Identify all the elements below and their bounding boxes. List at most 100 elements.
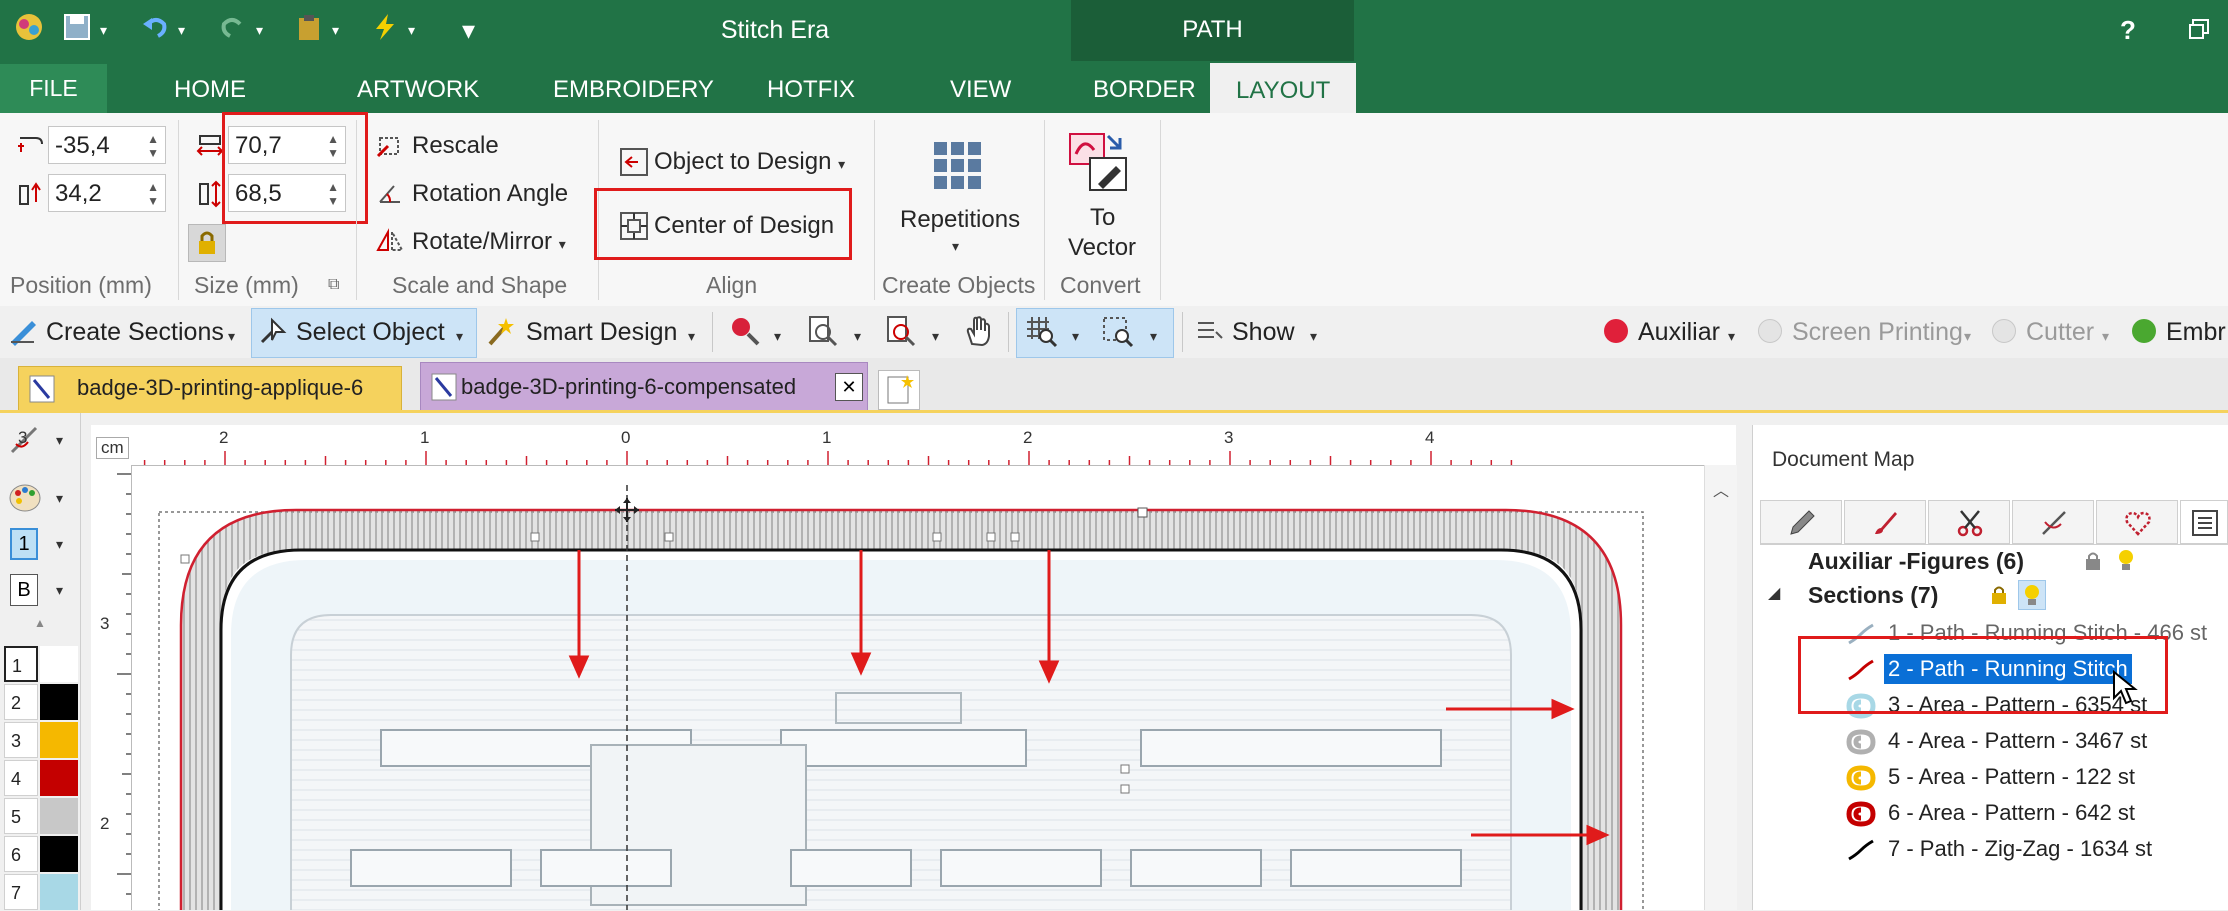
to-vector-button-line2[interactable]: Vector bbox=[1068, 234, 1136, 262]
repetitions-button[interactable]: Repetitions bbox=[900, 206, 1020, 234]
select-object-button[interactable]: Select Object bbox=[296, 314, 445, 350]
size-dialog-launcher-icon[interactable]: ⧉ bbox=[328, 276, 339, 294]
tab-file[interactable]: FILE bbox=[0, 64, 107, 113]
ruler-top-label: 2 bbox=[1023, 428, 1033, 447]
tab-view[interactable]: VIEW bbox=[950, 72, 1011, 108]
position-x-input[interactable]: -35,4 ▲ ▼ bbox=[48, 126, 166, 164]
create-sections-dropdown-icon[interactable]: ▾ bbox=[228, 318, 235, 354]
smart-design-icon bbox=[486, 316, 518, 351]
section-item[interactable]: 4 - Area - Pattern - 3467 st bbox=[1888, 726, 2147, 756]
show-button[interactable]: Show bbox=[1232, 314, 1295, 350]
smart-design-button[interactable]: Smart Design bbox=[526, 314, 677, 350]
cutter-button[interactable]: Cutter bbox=[2026, 314, 2094, 350]
color-swatch-number[interactable]: 7 bbox=[4, 874, 38, 910]
section-item[interactable]: 7 - Path - Zig-Zag - 1634 st bbox=[1888, 834, 2152, 864]
zoom-page-icon[interactable] bbox=[806, 314, 840, 353]
zoom-in-icon[interactable] bbox=[728, 314, 762, 353]
docmap-sections[interactable]: Sections (7) bbox=[1808, 580, 1938, 610]
grid-zoom-icon[interactable] bbox=[1024, 314, 1058, 353]
color-swatch[interactable] bbox=[40, 836, 78, 872]
embroidery-button[interactable]: Embr bbox=[2166, 314, 2226, 350]
docmap-auxiliar-figures[interactable]: Auxiliar -Figures (6) bbox=[1808, 546, 2024, 576]
color-swatch-number[interactable]: 6 bbox=[4, 836, 38, 872]
color-swatch-number[interactable]: 2 bbox=[4, 684, 38, 720]
group-label-convert: Convert bbox=[1060, 272, 1141, 298]
close-tab-icon[interactable]: ✕ bbox=[835, 373, 863, 401]
sections-collapse-icon[interactable]: ◢ bbox=[1768, 583, 1780, 603]
docmap-tab-brush[interactable] bbox=[1844, 500, 1926, 544]
palette-icon[interactable] bbox=[8, 482, 42, 519]
zoom-in-dropdown-icon[interactable]: ▾ bbox=[774, 318, 781, 354]
pan-hand-icon[interactable] bbox=[962, 314, 996, 353]
snap-grid-dropdown-icon[interactable]: ▾ bbox=[1150, 318, 1157, 354]
cutter-dropdown-icon[interactable]: ▾ bbox=[2102, 318, 2109, 354]
palette-dropdown-icon[interactable]: ▾ bbox=[56, 490, 63, 507]
snap-grid-icon[interactable] bbox=[1100, 314, 1134, 353]
scroll-up-icon[interactable]: ▲ bbox=[34, 616, 46, 630]
position-y-icon bbox=[16, 180, 46, 213]
sections-visibility-icon[interactable] bbox=[2018, 580, 2046, 610]
show-dropdown-icon[interactable]: ▾ bbox=[1310, 318, 1317, 354]
auxiliar-visibility-icon[interactable] bbox=[2116, 548, 2136, 579]
help-icon[interactable]: ? bbox=[2120, 10, 2136, 50]
color-swatch-number[interactable]: 3 bbox=[4, 722, 38, 758]
zoom-selection-dropdown-icon[interactable]: ▾ bbox=[932, 318, 939, 354]
auxiliar-dropdown-icon[interactable]: ▾ bbox=[1728, 318, 1735, 354]
auxiliar-lock-icon[interactable] bbox=[2084, 550, 2102, 577]
docmap-tab-pencil[interactable] bbox=[1760, 500, 1842, 544]
color-swatch-number[interactable]: 4 bbox=[4, 760, 38, 796]
color-swatch[interactable] bbox=[40, 798, 78, 834]
rotation-angle-button[interactable]: Rotation Angle bbox=[412, 180, 568, 208]
ruler-ticks bbox=[143, 451, 1513, 465]
needle-tool-dropdown-icon[interactable]: ▾ bbox=[56, 432, 63, 449]
screen-printing-dropdown-icon[interactable]: ▾ bbox=[1964, 318, 1971, 354]
vertical-scrollbar[interactable]: ︿ bbox=[1704, 465, 1737, 910]
create-sections-button[interactable]: Create Sections bbox=[46, 314, 224, 350]
docmap-tab-heart[interactable] bbox=[2096, 500, 2178, 544]
mode-selector[interactable]: B bbox=[10, 574, 38, 606]
new-tab-icon[interactable] bbox=[878, 370, 920, 410]
to-vector-button-line1[interactable]: To bbox=[1090, 204, 1115, 232]
zoom-page-dropdown-icon[interactable]: ▾ bbox=[854, 318, 861, 354]
color-swatch[interactable] bbox=[40, 874, 78, 910]
section-item[interactable]: 6 - Area - Pattern - 642 st bbox=[1888, 798, 2135, 828]
tab-border[interactable]: BORDER bbox=[1093, 72, 1196, 108]
window-restore-icon[interactable] bbox=[2188, 18, 2210, 40]
design-canvas[interactable] bbox=[91, 425, 1736, 910]
screen-printing-status-icon bbox=[1758, 319, 1782, 343]
color-swatch-number[interactable]: 5 bbox=[4, 798, 38, 834]
tab-hotfix[interactable]: HOTFIX bbox=[767, 72, 855, 108]
color-swatch[interactable] bbox=[40, 722, 78, 758]
select-object-dropdown-icon[interactable]: ▾ bbox=[456, 318, 463, 354]
color-swatch[interactable] bbox=[40, 646, 78, 682]
rotate-mirror-button[interactable]: Rotate/Mirror ▾ bbox=[412, 228, 566, 256]
zoom-selection-icon[interactable] bbox=[884, 314, 918, 353]
tab-layout[interactable]: LAYOUT bbox=[1210, 63, 1357, 113]
screen-printing-button[interactable]: Screen Printing bbox=[1792, 314, 1963, 350]
scroll-up-icon[interactable]: ︿ bbox=[1713, 477, 1729, 501]
position-y-input[interactable]: 34,2 ▲ ▼ bbox=[48, 174, 166, 212]
doc-tab-compensated[interactable]: badge-3D-printing-6-compensated ✕ bbox=[420, 362, 868, 410]
docmap-tab-scissors[interactable] bbox=[1928, 500, 2010, 544]
section-item[interactable]: 5 - Area - Pattern - 122 st bbox=[1888, 762, 2135, 792]
sections-lock-icon[interactable] bbox=[1990, 584, 2008, 611]
mode-dropdown-icon[interactable]: ▾ bbox=[56, 582, 63, 599]
color-swatch[interactable] bbox=[40, 684, 78, 720]
docmap-tab-list[interactable] bbox=[2180, 500, 2228, 544]
docmap-tab-needle[interactable] bbox=[2012, 500, 2094, 544]
needle-number-selector[interactable]: 1 bbox=[10, 528, 38, 560]
lock-aspect-button[interactable] bbox=[188, 224, 226, 262]
object-to-design-button[interactable]: Object to Design ▾ bbox=[654, 148, 845, 176]
repetitions-dropdown-icon[interactable]: ▾ bbox=[952, 238, 959, 255]
auxiliar-button[interactable]: Auxiliar bbox=[1638, 314, 1720, 350]
smart-design-dropdown-icon[interactable]: ▾ bbox=[688, 318, 695, 354]
grid-zoom-dropdown-icon[interactable]: ▾ bbox=[1072, 318, 1079, 354]
color-swatch-number[interactable]: 1 bbox=[4, 646, 38, 682]
doc-tab-applique[interactable]: badge-3D-printing-applique-6 bbox=[18, 366, 402, 410]
needle-number-dropdown-icon[interactable]: ▾ bbox=[56, 536, 63, 553]
rescale-button[interactable]: Rescale bbox=[412, 132, 499, 160]
tab-artwork[interactable]: ARTWORK bbox=[357, 72, 479, 108]
tab-home[interactable]: HOME bbox=[174, 72, 246, 108]
color-swatch[interactable] bbox=[40, 760, 78, 796]
tab-embroidery[interactable]: EMBROIDERY bbox=[553, 72, 714, 108]
